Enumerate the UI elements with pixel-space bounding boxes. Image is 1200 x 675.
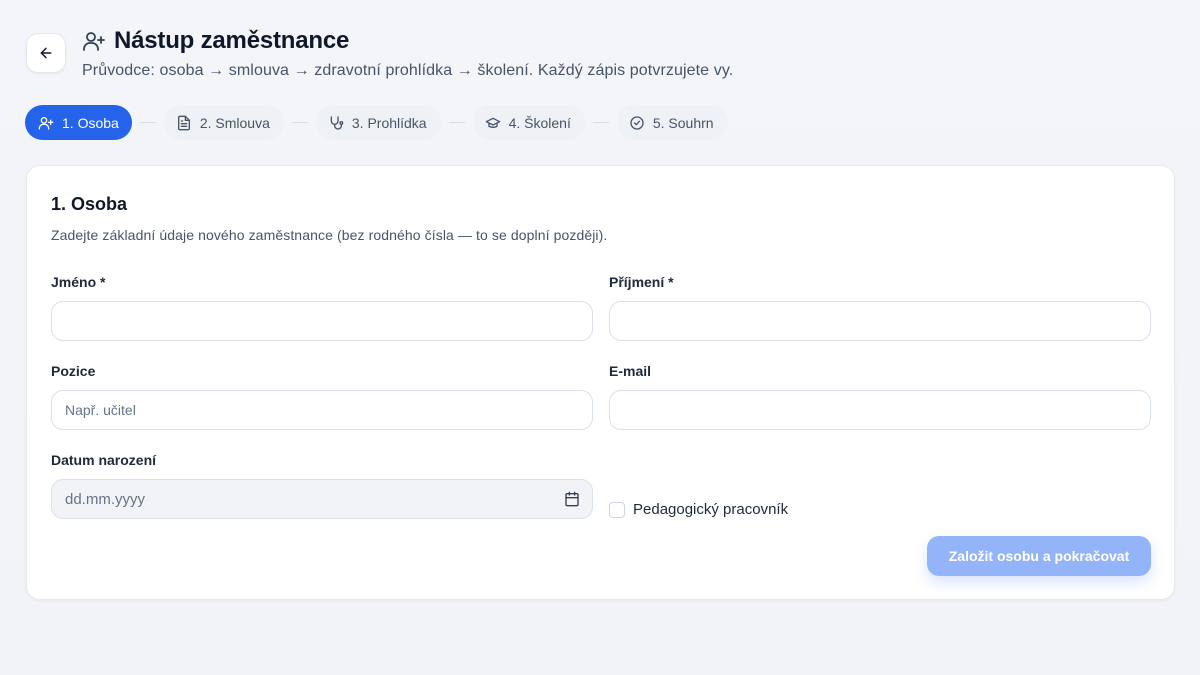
user-plus-icon [82,29,106,53]
step-smlouva[interactable]: 2. Smlouva [163,105,284,140]
step-divider [291,122,308,123]
form-description: Zadejte základní údaje nového zaměstnanc… [51,227,608,243]
first-name-field[interactable] [51,301,593,341]
email-label: E-mail [609,363,652,379]
birth-date-label: Datum narození [51,452,157,468]
pedagogical-checkbox-row[interactable]: Pedagogický pracovník [609,501,788,518]
step-label: 1. Osoba [62,114,119,131]
last-name-field[interactable] [609,301,1151,341]
last-name-label: Příjmení * [609,274,674,290]
position-field[interactable] [51,390,593,430]
graduation-cap-icon [485,115,501,131]
user-plus-icon [38,115,54,131]
step-label: 4. Školení [508,114,571,131]
form-card: 1. Osoba Zadejte základní údaje nového z… [26,165,1175,600]
step-divider [592,122,609,123]
step-skoleni[interactable]: 4. Školení [472,105,585,140]
back-button[interactable] [26,33,66,73]
calendar-icon[interactable] [564,491,580,507]
birth-date-placeholder: dd.mm.yyyy [65,490,146,508]
pedagogical-checkbox[interactable] [609,501,625,518]
step-label: 5. Souhrn [652,114,714,131]
step-souhrn[interactable]: 5. Souhrn [616,105,728,140]
pedagogical-label[interactable]: Pedagogický pracovník [633,501,788,518]
step-label: 3. Prohlídka [351,114,427,131]
form-title: 1. Osoba [51,194,128,214]
stethoscope-icon [328,115,344,131]
step-divider [448,122,465,123]
file-text-icon [176,115,192,131]
arrow-left-icon [38,45,54,61]
step-prohlidka[interactable]: 3. Prohlídka [315,105,441,140]
step-osoba[interactable]: 1. Osoba [25,105,132,140]
wizard-stepper: 1. Osoba 2. Smlouva 3. Prohlídka 4. Škol… [25,105,728,140]
check-circle-icon [629,115,645,131]
email-field[interactable] [609,390,1151,430]
step-label: 2. Smlouva [199,114,270,131]
birth-date-field[interactable]: dd.mm.yyyy [51,479,593,519]
step-divider [139,122,156,123]
page-title: Nástup zaměstnance [114,27,350,54]
page-header: Nástup zaměstnance Průvodce: osoba → sml… [82,27,733,80]
first-name-label: Jméno * [51,274,106,290]
page-subtitle: Průvodce: osoba → smlouva → zdravotní pr… [82,62,734,79]
submit-button[interactable]: Založit osobu a pokračovat [927,536,1151,576]
position-label: Pozice [51,363,96,379]
